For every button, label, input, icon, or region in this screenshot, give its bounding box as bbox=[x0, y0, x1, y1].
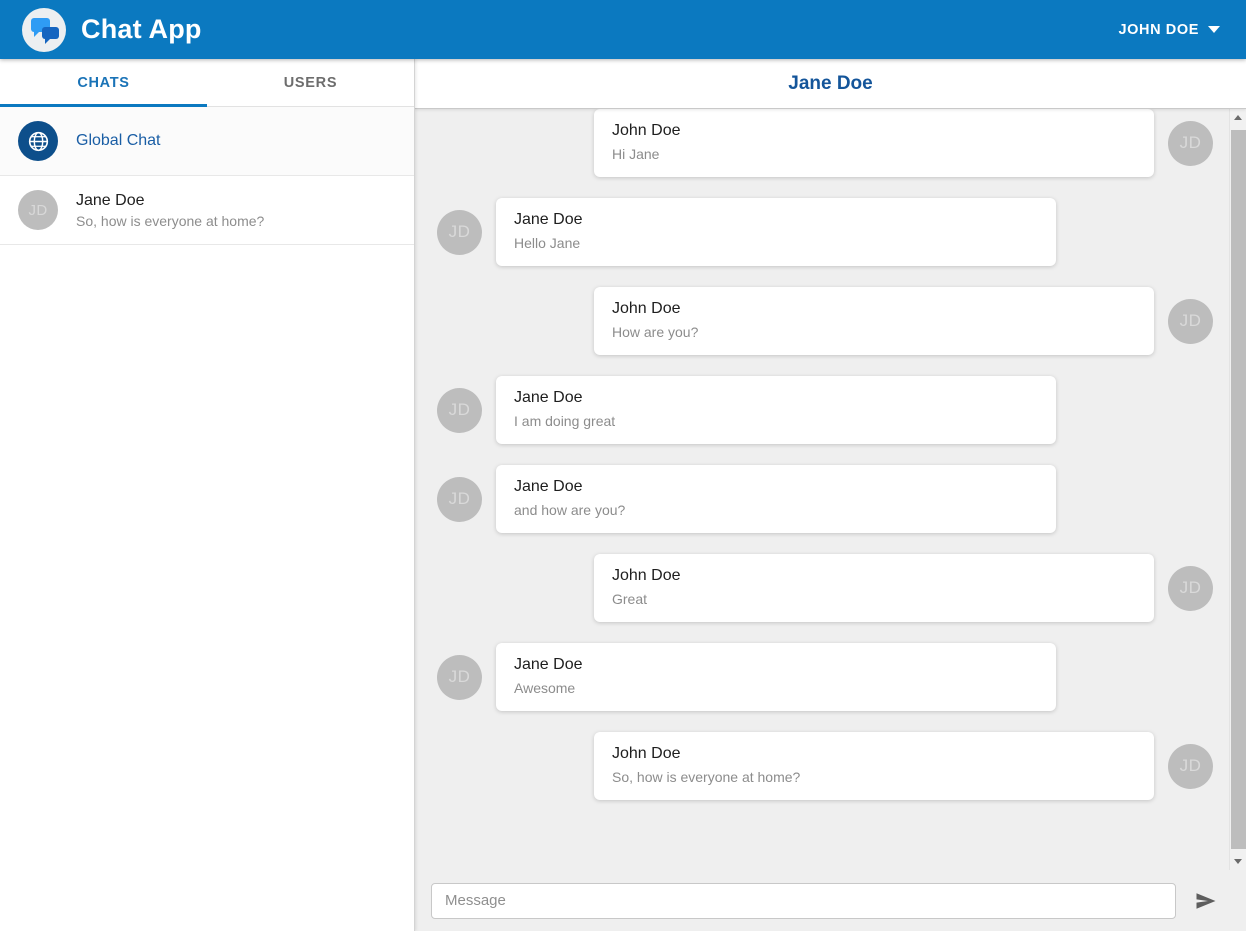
avatar: JD bbox=[1168, 298, 1213, 344]
message-bubble: Jane Doe Hello Jane bbox=[496, 198, 1056, 266]
message-text: Hi Jane bbox=[612, 146, 660, 162]
message-sender: Jane Doe bbox=[514, 389, 583, 406]
sidebar-item-preview: So, how is everyone at home? bbox=[76, 212, 265, 229]
sidebar-item-title: Jane Doe bbox=[76, 191, 145, 209]
chat-panel: Jane Doe John Doe Hi Jane JD JD Jane Doe Hell… bbox=[415, 59, 1246, 931]
message-text: I am doing great bbox=[514, 413, 616, 429]
avatar: JD bbox=[1168, 565, 1213, 611]
message-sender: Jane Doe bbox=[514, 478, 583, 495]
message-text: and how are you? bbox=[514, 502, 626, 518]
message-sender: John Doe bbox=[612, 745, 681, 762]
message-composer bbox=[415, 870, 1246, 931]
scroll-down-arrow-icon[interactable] bbox=[1230, 853, 1246, 870]
sidebar-item-title: Global Chat bbox=[76, 132, 161, 149]
brand: Chat App bbox=[22, 7, 202, 52]
message-bubble: Jane Doe and how are you? bbox=[496, 465, 1056, 533]
message-bubble: John Doe How are you? bbox=[594, 287, 1154, 355]
user-menu-button[interactable]: JOHN DOE bbox=[1118, 22, 1224, 38]
message-bubble: Jane Doe Awesome bbox=[496, 643, 1056, 711]
sidebar-tabs: CHATS USERS bbox=[0, 59, 414, 107]
message-sender: John Doe bbox=[612, 122, 681, 139]
message-row: John Doe Great JD bbox=[437, 554, 1213, 622]
message-sender: John Doe bbox=[612, 300, 681, 317]
avatar: JD bbox=[437, 209, 482, 255]
message-bubble: Jane Doe I am doing great bbox=[496, 376, 1056, 444]
tab-chats-label: CHATS bbox=[77, 74, 130, 91]
message-row: JD Jane Doe Hello Jane bbox=[437, 198, 1213, 266]
chevron-down-icon bbox=[1208, 26, 1220, 33]
message-row: John Doe So, how is everyone at home? JD bbox=[437, 732, 1213, 800]
message-text: How are you? bbox=[612, 324, 699, 340]
app-body: CHATS USERS Global Chat JD Jane Doe So, … bbox=[0, 59, 1246, 931]
chat-list: Global Chat JD Jane Doe So, how is every… bbox=[0, 107, 414, 931]
avatar: JD bbox=[1168, 120, 1213, 166]
sidebar-item-jane-doe[interactable]: JD Jane Doe So, how is everyone at home? bbox=[0, 176, 414, 245]
globe-icon bbox=[18, 121, 58, 161]
message-sender: John Doe bbox=[612, 567, 681, 584]
message-sender: Jane Doe bbox=[514, 656, 583, 673]
chat-header: Jane Doe bbox=[415, 59, 1246, 109]
message-bubble: John Doe Hi Jane bbox=[594, 109, 1154, 177]
messages-region: John Doe Hi Jane JD JD Jane Doe Hello Jane Joh… bbox=[415, 109, 1246, 870]
sidebar-item-meta: Jane Doe So, how is everyone at home? bbox=[76, 192, 264, 229]
scrollbar-track[interactable] bbox=[1230, 126, 1246, 853]
message-row: John Doe Hi Jane JD bbox=[437, 109, 1213, 177]
tab-chats[interactable]: CHATS bbox=[0, 59, 207, 107]
avatar: JD bbox=[437, 387, 482, 433]
tab-users-label: USERS bbox=[283, 74, 338, 91]
chat-bubbles-logo-icon bbox=[22, 7, 66, 52]
send-button[interactable] bbox=[1188, 883, 1224, 919]
message-list: John Doe Hi Jane JD JD Jane Doe Hello Jane Joh… bbox=[415, 109, 1229, 870]
messages-scrollbar[interactable] bbox=[1229, 109, 1246, 870]
message-row: JD Jane Doe Awesome bbox=[437, 643, 1213, 711]
chat-header-title: Jane Doe bbox=[788, 72, 873, 94]
message-text: Great bbox=[612, 591, 648, 607]
avatar: JD bbox=[437, 654, 482, 700]
send-icon bbox=[1196, 892, 1216, 909]
avatar: JD bbox=[18, 190, 58, 230]
message-input[interactable] bbox=[431, 882, 1176, 919]
tab-users[interactable]: USERS bbox=[207, 59, 414, 106]
message-sender: Jane Doe bbox=[514, 211, 583, 228]
sidebar-item-meta: Global Chat bbox=[76, 132, 161, 150]
message-bubble: John Doe Great bbox=[594, 554, 1154, 622]
avatar: JD bbox=[1168, 743, 1213, 789]
message-row: John Doe How are you? JD bbox=[437, 287, 1213, 355]
message-bubble: John Doe So, how is everyone at home? bbox=[594, 732, 1154, 800]
message-row: JD Jane Doe I am doing great bbox=[437, 376, 1213, 444]
app-title: Chat App bbox=[81, 14, 202, 44]
scrollbar-thumb[interactable] bbox=[1230, 130, 1246, 849]
avatar: JD bbox=[437, 476, 482, 522]
sidebar-item-global-chat[interactable]: Global Chat bbox=[0, 107, 414, 176]
message-row: JD Jane Doe and how are you? bbox=[437, 465, 1213, 533]
message-text: Hello Jane bbox=[514, 235, 581, 251]
scroll-up-arrow-icon[interactable] bbox=[1230, 109, 1246, 126]
chat-app-window: Chat App JOHN DOE CHATS USERS Global Cha… bbox=[0, 0, 1246, 931]
app-header: Chat App JOHN DOE bbox=[0, 0, 1246, 59]
message-text: So, how is everyone at home? bbox=[612, 769, 801, 785]
message-text: Awesome bbox=[514, 680, 576, 696]
user-menu-label: JOHN DOE bbox=[1118, 21, 1199, 38]
sidebar: CHATS USERS Global Chat JD Jane Doe So, … bbox=[0, 59, 415, 931]
